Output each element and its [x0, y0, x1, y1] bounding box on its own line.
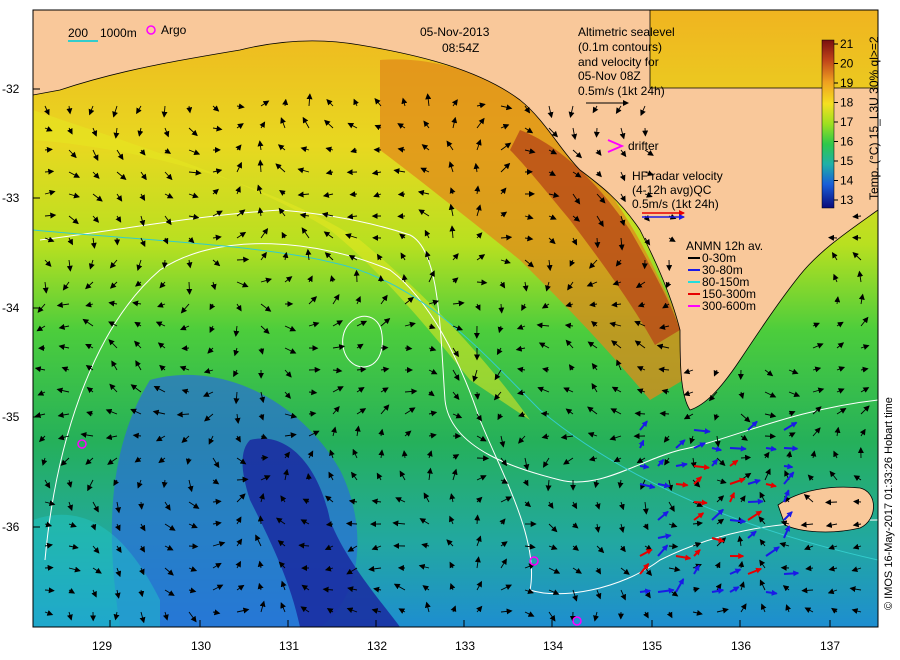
- velocity-arrow: [740, 454, 752, 461]
- map-date: 05-Nov-2013: [420, 25, 490, 39]
- velocity-arrow: [593, 127, 600, 138]
- hf-radar-arrow: [639, 588, 652, 595]
- velocity-arrow: [260, 454, 269, 461]
- hf-radar-line-1: HF radar velocity: [632, 169, 723, 183]
- lon-tick-label: 137: [820, 639, 840, 653]
- lat-tick-label: -34: [2, 301, 20, 315]
- lon-tick-label: 136: [731, 639, 751, 653]
- colorbar-gradient: [821, 39, 835, 209]
- argo-legend-label: Argo: [161, 23, 187, 37]
- colorbar-tick-label: 18: [840, 96, 854, 110]
- velocity-arrow: [181, 345, 190, 352]
- colorbar-tick-label: 17: [840, 115, 854, 129]
- lat-tick-label: -32: [2, 82, 20, 96]
- hf-radar-arrow: [729, 445, 747, 452]
- hf-radar-arrow: [783, 463, 794, 470]
- colorbar-tick-label: 19: [840, 76, 854, 90]
- depth-key-200: 200: [68, 26, 88, 40]
- hf-radar-note: HF radar velocity (4-12h avg)QC 0.5m/s (…: [632, 169, 723, 220]
- colorbar-tick-label: 14: [840, 174, 854, 188]
- hf-radar-arrow: [639, 463, 650, 470]
- velocity-arrow: [349, 191, 358, 198]
- lat-tick-label: -36: [2, 520, 20, 534]
- hf-radar-arrow: [747, 498, 764, 505]
- hf-radar-arrow: [783, 445, 799, 452]
- velocity-arrow: [186, 281, 193, 295]
- altimetry-line-3: and velocity for: [578, 55, 659, 69]
- velocity-arrow: [764, 433, 776, 440]
- hf-radar-arrow: [783, 570, 800, 577]
- sst-map: -32 -33 -34 -35 -36 129 130 131 132 133 …: [2, 9, 895, 653]
- hf-radar-arrow: [765, 445, 777, 452]
- colorbar-tick-label: 16: [840, 135, 854, 149]
- altimetry-line-5: 0.5m/s (1kt 24h): [578, 84, 665, 98]
- anmn-legend-label: 300-600m: [702, 299, 756, 313]
- lat-tick-label: -33: [2, 191, 20, 205]
- altimetry-line-2: (0.1m contours): [578, 40, 662, 54]
- temperature-colorbar: 21 20 19 18 17 16 15 14 13 Temp. (°C) 15_L3U 30%…: [821, 36, 881, 209]
- velocity-arrow: [540, 410, 550, 417]
- lon-tick-label: 134: [543, 639, 563, 653]
- colorbar-tick-label: 13: [840, 193, 854, 207]
- hf-radar-line-3: 0.5m/s (1kt 24h): [632, 197, 719, 211]
- lon-tick-label: 132: [367, 639, 387, 653]
- velocity-arrow: [852, 234, 862, 241]
- velocity-arrow: [397, 191, 406, 198]
- colorbar-label: Temp. (°C) 15_L3U 30% ql>=2: [867, 36, 881, 200]
- lon-tick-label: 130: [191, 639, 211, 653]
- hf-radar-line-2: (4-12h avg)QC: [632, 183, 712, 197]
- map-time: 08:54Z: [442, 41, 479, 55]
- hf-radar-arrow: [675, 481, 689, 488]
- hf-radar-arrow: [693, 499, 708, 506]
- lon-tick-label: 135: [642, 639, 662, 653]
- altimetry-line-1: Altimetric sealevel: [578, 25, 675, 39]
- velocity-arrow: [188, 543, 199, 550]
- lon-tick-label: 129: [92, 639, 112, 653]
- velocity-arrow: [353, 269, 360, 283]
- lon-tick-label: 131: [279, 639, 299, 653]
- imos-credit: © IMOS 16-May-2017 01:33:26 Hobart time: [883, 397, 895, 610]
- velocity-arrow: [474, 514, 481, 525]
- velocity-arrow: [257, 515, 264, 525]
- velocity-arrow: [853, 498, 862, 505]
- lon-tick-label: 133: [455, 639, 475, 653]
- colorbar-tick-label: 20: [840, 57, 854, 71]
- velocity-arrow: [345, 520, 358, 527]
- velocity-arrow: [825, 499, 838, 506]
- colorbar-tick-label: 21: [840, 37, 854, 51]
- lat-tick-label: -35: [2, 410, 20, 424]
- depth-key-1000: 1000m: [100, 26, 137, 40]
- velocity-arrow: [236, 256, 250, 263]
- drifter-label: drifter: [628, 139, 659, 153]
- colorbar-tick-label: 15: [840, 154, 854, 168]
- altimetry-line-4: 05-Nov 08Z: [578, 69, 641, 83]
